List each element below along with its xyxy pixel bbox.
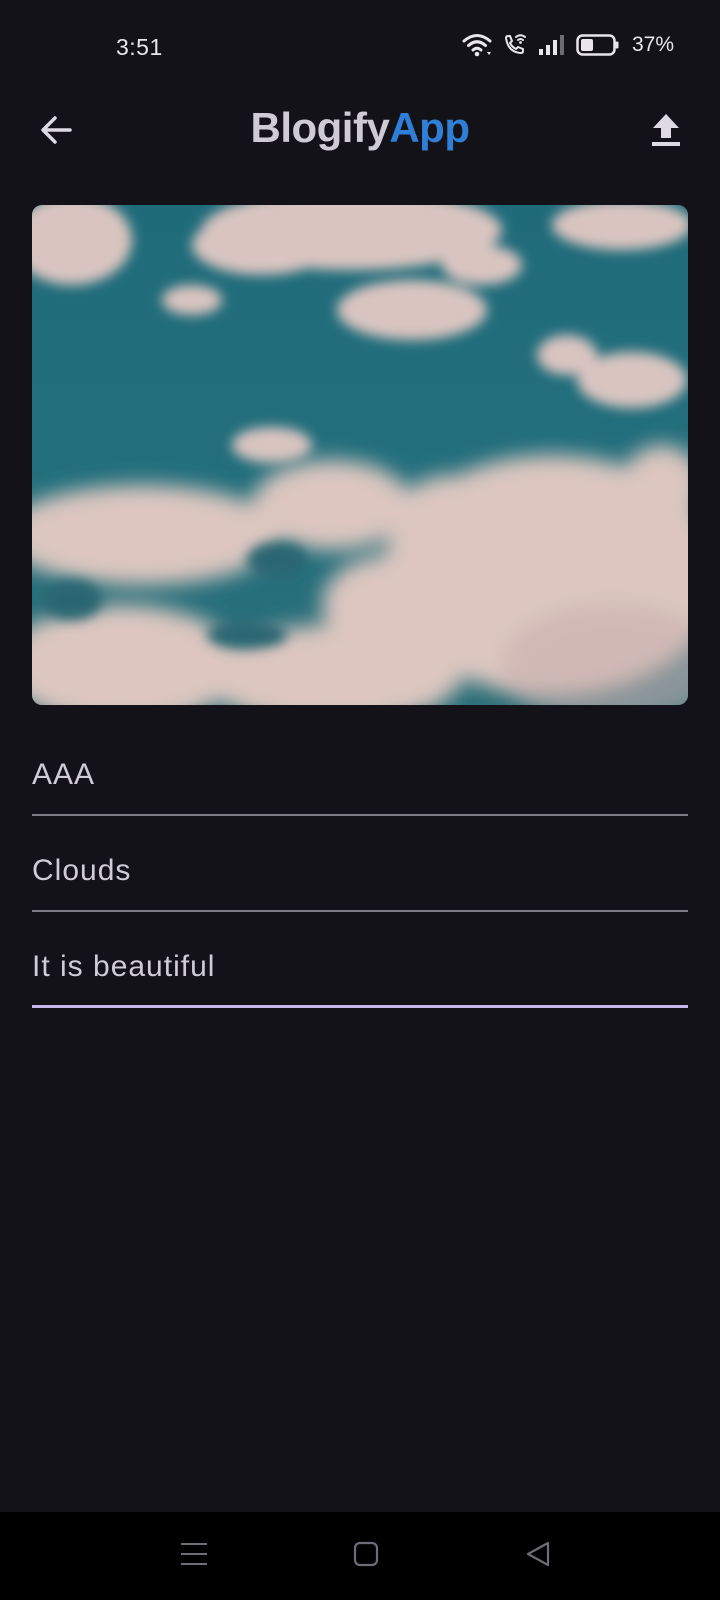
app-bar: BlogifyApp bbox=[0, 96, 720, 168]
home-button[interactable] bbox=[340, 1530, 392, 1582]
status-time: 3:51 bbox=[116, 34, 163, 60]
category-field[interactable]: Clouds bbox=[32, 816, 688, 912]
battery-icon bbox=[576, 33, 620, 57]
wifi-call-icon bbox=[502, 32, 528, 58]
content-field-underline bbox=[32, 1005, 688, 1008]
content-field[interactable]: It is beautiful bbox=[32, 912, 688, 1008]
signal-icon bbox=[538, 33, 566, 57]
home-icon bbox=[352, 1540, 380, 1573]
status-bar: 3:51 37% bbox=[0, 0, 720, 96]
title-field-value: AAA bbox=[32, 758, 96, 791]
nav-back-button[interactable] bbox=[512, 1530, 564, 1582]
status-icons: 37% bbox=[462, 32, 674, 58]
app-title-blogify: Blogify bbox=[250, 104, 390, 151]
battery-percent: 37% bbox=[631, 33, 674, 56]
recents-button[interactable] bbox=[168, 1530, 220, 1582]
upload-icon bbox=[650, 112, 682, 153]
back-triangle-icon bbox=[524, 1540, 552, 1573]
blog-cover-image[interactable] bbox=[32, 205, 688, 705]
system-nav-bar bbox=[0, 1512, 720, 1600]
title-field[interactable]: AAA bbox=[32, 720, 688, 816]
category-field-value: Clouds bbox=[32, 854, 132, 887]
app-title-app: App bbox=[389, 104, 470, 151]
app-title: BlogifyApp bbox=[0, 104, 720, 152]
upload-button[interactable] bbox=[640, 106, 692, 158]
wifi-icon bbox=[462, 32, 492, 58]
menu-icon bbox=[180, 1541, 208, 1572]
content-field-value: It is beautiful bbox=[32, 950, 216, 983]
